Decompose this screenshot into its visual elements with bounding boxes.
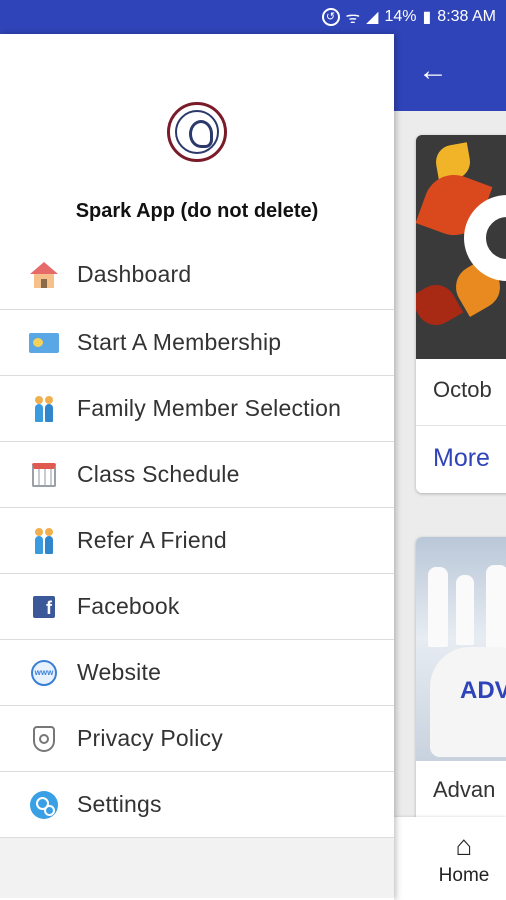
menu-item-label: Refer A Friend <box>77 527 227 553</box>
menu-item-privacy-policy[interactable]: Privacy Policy <box>0 706 394 772</box>
facebook-icon: f <box>28 591 60 623</box>
back-arrow-icon[interactable]: ← <box>418 56 448 86</box>
menu-item-dashboard[interactable]: Dashboard <box>0 240 394 310</box>
menu-item-family-member-selection[interactable]: Family Member Selection <box>0 376 394 442</box>
menu-item-website[interactable]: www Website <box>0 640 394 706</box>
app-logo <box>167 102 227 162</box>
clock: 8:38 AM <box>437 8 496 25</box>
globe-icon: www <box>28 657 60 689</box>
menu-item-label: Privacy Policy <box>77 725 223 751</box>
family-icon <box>28 393 60 425</box>
house-icon <box>28 259 60 291</box>
menu-item-label: Settings <box>77 791 162 817</box>
menu-item-refer-friend[interactable]: Refer A Friend <box>0 508 394 574</box>
menu-item-label: Class Schedule <box>77 461 240 487</box>
navigation-drawer: Spark App (do not delete) Dashboard Star… <box>0 34 394 900</box>
menu-item-class-schedule[interactable]: Class Schedule <box>0 442 394 508</box>
drawer-footer <box>0 838 394 898</box>
menu-item-label: Start A Membership <box>77 329 282 355</box>
battery-percent: 14% <box>384 8 417 25</box>
menu-item-label: Dashboard <box>77 261 192 287</box>
more-link[interactable]: More <box>416 426 506 473</box>
status-bar: ↺ ᯤ ◢ 14% ▮ 8:38 AM <box>0 0 506 34</box>
data-saver-icon: ↺ <box>321 8 340 26</box>
menu-item-label: Facebook <box>77 593 180 619</box>
menu-item-label: Website <box>77 659 162 685</box>
menu-item-label: Family Member Selection <box>77 395 342 421</box>
event-card[interactable]: Octob More <box>416 135 506 493</box>
shield-icon <box>28 723 60 755</box>
people-icon <box>28 525 60 557</box>
menu-item-facebook[interactable]: f Facebook <box>0 574 394 640</box>
gear-icon <box>28 789 60 821</box>
event-image: ADV <box>416 537 506 761</box>
image-text: ADV <box>460 677 506 704</box>
drawer-menu: Dashboard Start A Membership Family Memb… <box>0 240 394 838</box>
event-card[interactable]: ADV Advan <box>416 537 506 827</box>
menu-item-start-membership[interactable]: Start A Membership <box>0 310 394 376</box>
signal-icon: ◢ <box>366 9 379 26</box>
home-label: Home <box>438 865 490 886</box>
calendar-icon <box>28 459 60 491</box>
home-icon: ⌂ <box>455 830 473 861</box>
bottom-nav: ⌂ Home <box>394 817 506 900</box>
membership-card-icon <box>28 327 60 359</box>
wifi-icon: ᯤ <box>345 10 361 27</box>
home-tab[interactable]: ⌂ Home <box>434 831 494 887</box>
battery-icon: ▮ <box>422 9 432 26</box>
app-name: Spark App (do not delete) <box>75 200 319 222</box>
card-title: Octob <box>433 377 492 402</box>
menu-item-settings[interactable]: Settings <box>0 772 394 838</box>
app-bar: ← <box>394 34 506 111</box>
drawer-header: Spark App (do not delete) <box>0 34 394 244</box>
event-image <box>416 135 506 359</box>
